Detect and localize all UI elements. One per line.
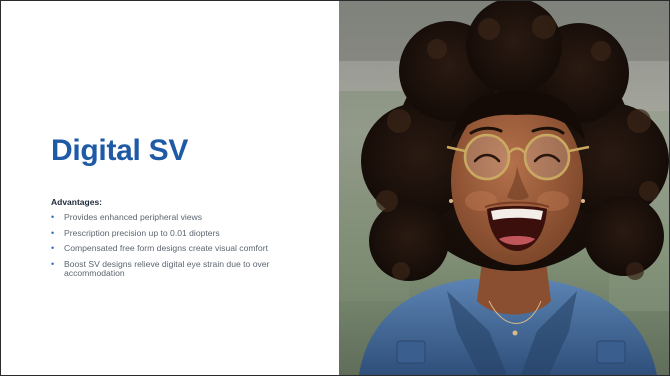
portrait-photo	[339, 1, 669, 375]
bullet-icon: •	[51, 258, 55, 269]
bullet-icon: •	[51, 243, 55, 253]
bullet-icon: •	[51, 212, 55, 222]
slide: Digital SV Advantages: • Provides enhance…	[0, 0, 670, 376]
bullet-text: Provides enhanced peripheral views	[64, 212, 203, 222]
bullet-text: Boost SV designs relieve digital eye str…	[64, 258, 270, 278]
advantages-heading: Advantages:	[51, 197, 103, 207]
bullet-text: Prescription precision up to 0.01 diopte…	[64, 227, 220, 238]
bullet-item: • Compensated free form designs create vi…	[51, 243, 319, 254]
bullet-item: • Provides enhanced peripheral views	[51, 212, 319, 223]
advantages-list: • Provides enhanced peripheral views • Pre…	[51, 212, 319, 285]
bullet-text: Compensated free form designs create vis…	[64, 243, 268, 253]
text-panel: Digital SV Advantages: • Provides enhance…	[1, 1, 339, 375]
slide-title: Digital SV	[51, 134, 189, 167]
bullet-item: • Prescription precision up to 0.01 diopt…	[51, 227, 319, 239]
portrait-illustration	[339, 1, 669, 375]
bullet-icon: •	[51, 227, 55, 238]
bullet-item: • Boost SV designs relieve digital eye st…	[51, 258, 319, 279]
